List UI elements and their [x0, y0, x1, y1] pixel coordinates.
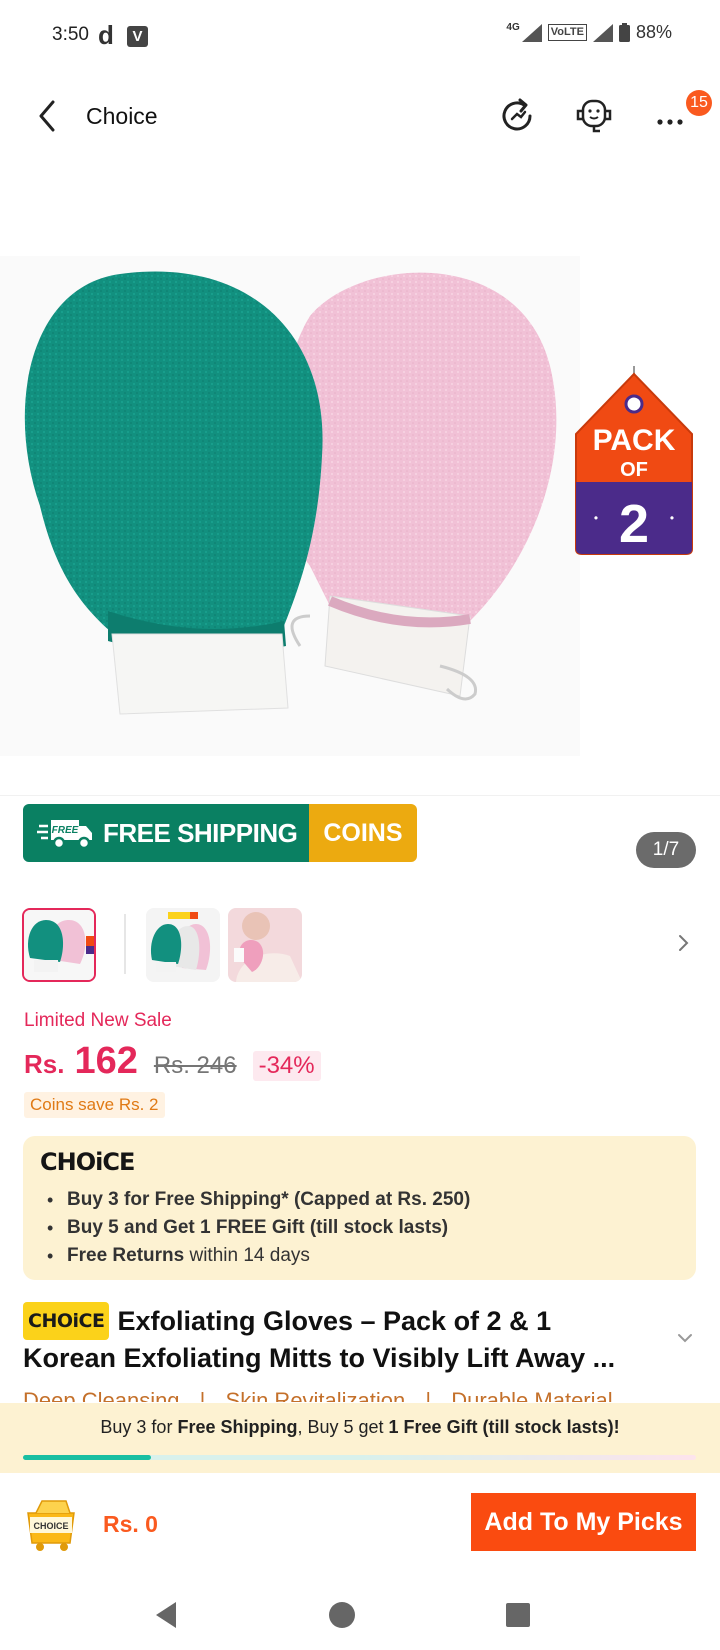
- feature-tag: Deep Cleansing: [23, 1388, 180, 1402]
- product-image[interactable]: [0, 256, 580, 756]
- divider: [0, 795, 720, 796]
- battery-icon: [618, 23, 630, 42]
- free-badge: FREE: [52, 825, 79, 836]
- promo-progress: [23, 1455, 696, 1460]
- image-counter: 1/7: [636, 832, 696, 868]
- thumbnail-separator: [124, 914, 126, 974]
- cart-price: Rs. 0: [103, 1511, 158, 1537]
- benefit-item-3: Free Returns within 14 days: [47, 1242, 470, 1270]
- cart-badge: 15: [686, 90, 712, 116]
- svg-text:•: •: [594, 511, 598, 525]
- network-type: 4G: [506, 22, 520, 33]
- feature-separator: |: [425, 1388, 432, 1402]
- back-arrow-icon[interactable]: [34, 98, 64, 134]
- thumbnail-2[interactable]: [146, 908, 220, 982]
- product-title[interactable]: CHOiCE Exfoliating Gloves – Pack of 2 & 1…: [23, 1302, 673, 1376]
- status-time: 3:50: [52, 24, 89, 45]
- feature-separator: |: [199, 1388, 206, 1402]
- feature-tag: Durable Material: [451, 1388, 613, 1402]
- benefit-item-2: Buy 5 and Get 1 FREE Gift (till stock la…: [47, 1214, 470, 1242]
- status-indicators: 4G VoLTE 88%: [506, 22, 672, 43]
- status-bar: 3:50 d V 4G VoLTE 88%: [0, 0, 720, 72]
- signal-icon-2: [592, 23, 613, 42]
- benefit-item-1: Buy 3 for Free Shipping* (Capped at Rs. …: [47, 1186, 470, 1214]
- truck-icon: FREE: [37, 820, 92, 850]
- free-shipping-section: FREE FREE SHIPPING: [23, 804, 310, 862]
- original-price: Rs. 246: [153, 1052, 237, 1079]
- sale-price: 162: [74, 1040, 138, 1082]
- page-title: Choice: [86, 103, 158, 129]
- battery-percent: 88%: [635, 22, 672, 42]
- nav-recents-icon[interactable]: [498, 1595, 538, 1635]
- notification-d-icon: d: [98, 20, 114, 50]
- chevron-down-icon[interactable]: [676, 1332, 694, 1344]
- choice-tag: CHOiCE: [23, 1302, 110, 1340]
- free-shipping-label: FREE SHIPPING: [103, 817, 298, 848]
- chevron-right-icon[interactable]: [676, 928, 692, 958]
- system-nav-bar: [0, 1583, 720, 1650]
- customer-service-icon[interactable]: [572, 94, 616, 138]
- choice-logo: CHOiCE: [40, 1148, 135, 1176]
- thumbnail-1[interactable]: [22, 908, 96, 982]
- volte-icon: VoLTE: [547, 24, 587, 41]
- feature-tags: Deep Cleansing | Skin Revitalization | D…: [23, 1388, 627, 1402]
- svg-text:•: •: [670, 511, 674, 525]
- promo-bar[interactable]: Buy 3 for Free Shipping, Buy 5 get 1 Fre…: [0, 1403, 720, 1473]
- nav-back-icon[interactable]: [148, 1595, 188, 1635]
- nav-home-icon[interactable]: [322, 1595, 362, 1635]
- free-shipping-banner[interactable]: FREE FREE SHIPPING COINS: [23, 804, 417, 862]
- cart-label: CHOICE: [33, 1521, 68, 1531]
- notification-v-icon: V: [127, 26, 148, 47]
- signal-icon: [521, 23, 542, 42]
- feature-tag: Skin Revitalization: [225, 1388, 406, 1402]
- share-refresh-icon[interactable]: [496, 94, 540, 138]
- choice-cart-icon[interactable]: CHOICE: [22, 1495, 80, 1553]
- choice-benefits-box[interactable]: CHOiCE Buy 3 for Free Shipping* (Capped …: [23, 1136, 696, 1280]
- coins-label: COINS: [309, 804, 417, 862]
- pack-tag-line2: OF: [620, 459, 648, 481]
- bottom-action-bar: CHOICE Rs. 0 Add To My Picks: [0, 1473, 720, 1583]
- pack-of-2-tag: PACK OF 2 • •: [575, 366, 693, 555]
- price-row: Rs. 162 Rs. 246 -34%: [24, 1040, 321, 1083]
- add-to-picks-button[interactable]: Add To My Picks: [471, 1493, 696, 1551]
- pack-tag-number: 2: [619, 494, 649, 554]
- thumbnail-3[interactable]: [228, 908, 302, 982]
- discount-badge: -34%: [252, 1051, 321, 1081]
- pack-tag-line1: PACK: [593, 424, 676, 457]
- price-currency: Rs.: [24, 1049, 65, 1079]
- title-line-1: CHOiCE Exfoliating Gloves – Pack of 2 & 1: [23, 1302, 673, 1340]
- choice-benefits-list: Buy 3 for Free Shipping* (Capped at Rs. …: [47, 1186, 470, 1270]
- title-line-2: Korean Exfoliating Mitts to Visibly Lift…: [23, 1343, 616, 1373]
- sale-label: Limited New Sale: [24, 1010, 172, 1031]
- coins-save-badge: Coins save Rs. 2: [24, 1092, 165, 1118]
- promo-progress-fill: [23, 1455, 151, 1460]
- app-header: Choice 15: [0, 84, 720, 148]
- promo-text: Buy 3 for Free Shipping, Buy 5 get 1 Fre…: [100, 1417, 620, 1437]
